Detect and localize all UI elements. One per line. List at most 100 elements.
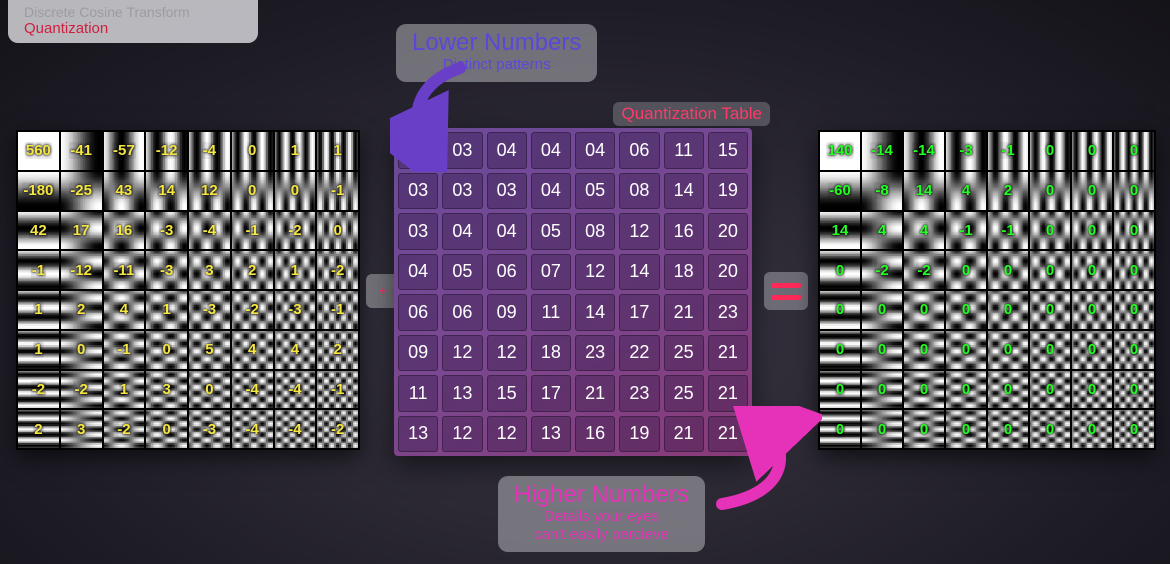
dct-value: -2	[287, 222, 302, 239]
dct-value: 0	[1045, 301, 1055, 318]
qtable-cell: 13	[398, 416, 438, 453]
dct-cell: 0	[232, 172, 273, 210]
dct-cell: -1	[104, 331, 145, 369]
dct-value: 0	[1087, 421, 1097, 438]
dct-cell: 2	[232, 251, 273, 289]
dct-cell: 0	[1114, 251, 1154, 289]
qtable-cell: 17	[531, 375, 571, 412]
dct-value: 0	[1087, 182, 1097, 199]
dct-value: -3	[202, 421, 217, 438]
dct-value: 4	[119, 301, 129, 318]
dct-cell: -1	[946, 212, 986, 250]
dct-cell: 0	[904, 291, 944, 329]
dct-value: 0	[1045, 341, 1055, 358]
dct-value: -4	[202, 222, 217, 239]
dct-value: 0	[919, 421, 929, 438]
dct-cell: -3	[146, 251, 187, 289]
dct-value: 0	[919, 301, 929, 318]
qtable-cell: 21	[664, 294, 704, 331]
dct-cell: 0	[862, 291, 902, 329]
dct-cell: 0	[946, 410, 986, 448]
dct-cell: 2	[61, 291, 102, 329]
qtable-cell: 11	[531, 294, 571, 331]
dct-cell: 14	[904, 172, 944, 210]
dct-value: 0	[332, 222, 342, 239]
qtable-cell: 17	[619, 294, 659, 331]
dct-cell: 4	[862, 212, 902, 250]
dct-cell: 0	[1072, 371, 1112, 409]
dct-value: -1	[116, 341, 131, 358]
dct-value: 0	[161, 421, 171, 438]
dct-cell: 0	[820, 331, 860, 369]
dct-cell: 0	[988, 291, 1028, 329]
dct-value: 1	[33, 341, 43, 358]
dct-value: 140	[826, 142, 853, 159]
dct-value: -4	[287, 381, 302, 398]
dct-value: 0	[1129, 421, 1139, 438]
dct-cell: -1	[317, 371, 358, 409]
dct-value: 0	[877, 301, 887, 318]
dct-cell: -4	[232, 371, 273, 409]
dct-value: -2	[916, 262, 931, 279]
dct-cell: 0	[988, 331, 1028, 369]
dct-value: -3	[159, 262, 174, 279]
dct-value: 0	[1087, 142, 1097, 159]
dct-value: 0	[1045, 262, 1055, 279]
dct-value: 2	[1003, 182, 1013, 199]
dct-cell: 0	[1114, 371, 1154, 409]
dct-cell: -57	[104, 132, 145, 170]
dct-value: -57	[112, 142, 136, 159]
dct-cell: -2	[275, 212, 316, 250]
callout-lower-numbers: Lower Numbers Distinct patterns	[396, 24, 597, 82]
dct-cell: -1	[988, 132, 1028, 170]
dct-value: 0	[1129, 301, 1139, 318]
dct-value: 4	[877, 222, 887, 239]
dct-cell: 1	[146, 291, 187, 329]
dct-cell: 0	[1072, 331, 1112, 369]
dct-cell: 16	[104, 212, 145, 250]
dct-cell: -12	[61, 251, 102, 289]
dct-cell: -2	[104, 410, 145, 448]
dct-value: 0	[1129, 262, 1139, 279]
dct-value: 14	[157, 182, 176, 199]
dct-value: -4	[202, 142, 217, 159]
dct-cell: -1	[232, 212, 273, 250]
dct-cell: 17	[61, 212, 102, 250]
qtable-cell: 15	[708, 132, 748, 169]
dct-value: 3	[161, 381, 171, 398]
dct-cell: 2	[317, 331, 358, 369]
dct-cell: -2	[862, 251, 902, 289]
dct-cell: -4	[189, 132, 230, 170]
callout-bottom-sub2: can't easily percieve	[514, 526, 689, 544]
dct-cell: -3	[189, 410, 230, 448]
diagram-stage: 560-41-57-12-4011-180-2543141200-1421716…	[0, 0, 1170, 564]
dct-value: 3	[204, 262, 214, 279]
dct-cell: 0	[1072, 251, 1112, 289]
equals-bar-bottom	[771, 295, 801, 300]
dct-value: 2	[332, 341, 342, 358]
qtable-cell: 13	[531, 416, 571, 453]
qtable-cell: 25	[664, 375, 704, 412]
dct-cell: -41	[61, 132, 102, 170]
dct-cell: 0	[1030, 331, 1070, 369]
qtable-cell: 04	[531, 173, 571, 210]
dct-cell: 1	[275, 251, 316, 289]
dct-value: -60	[828, 182, 852, 199]
dct-value: 0	[835, 381, 845, 398]
qtable-cell: 23	[708, 294, 748, 331]
dct-cell: 0	[988, 371, 1028, 409]
dct-value: 0	[961, 341, 971, 358]
dct-value: 43	[115, 182, 134, 199]
dct-value: 0	[919, 341, 929, 358]
dct-cell: 0	[317, 212, 358, 250]
dct-cell: 0	[232, 132, 273, 170]
dct-cell: -1	[988, 212, 1028, 250]
dct-cell: 0	[1030, 212, 1070, 250]
dct-value: 0	[1087, 341, 1097, 358]
qtable-cell: 14	[619, 254, 659, 291]
dct-value: 0	[247, 142, 257, 159]
dct-value: -8	[874, 182, 889, 199]
dct-value: 0	[1003, 262, 1013, 279]
dct-value: -4	[287, 421, 302, 438]
dct-cell: 2	[18, 410, 59, 448]
